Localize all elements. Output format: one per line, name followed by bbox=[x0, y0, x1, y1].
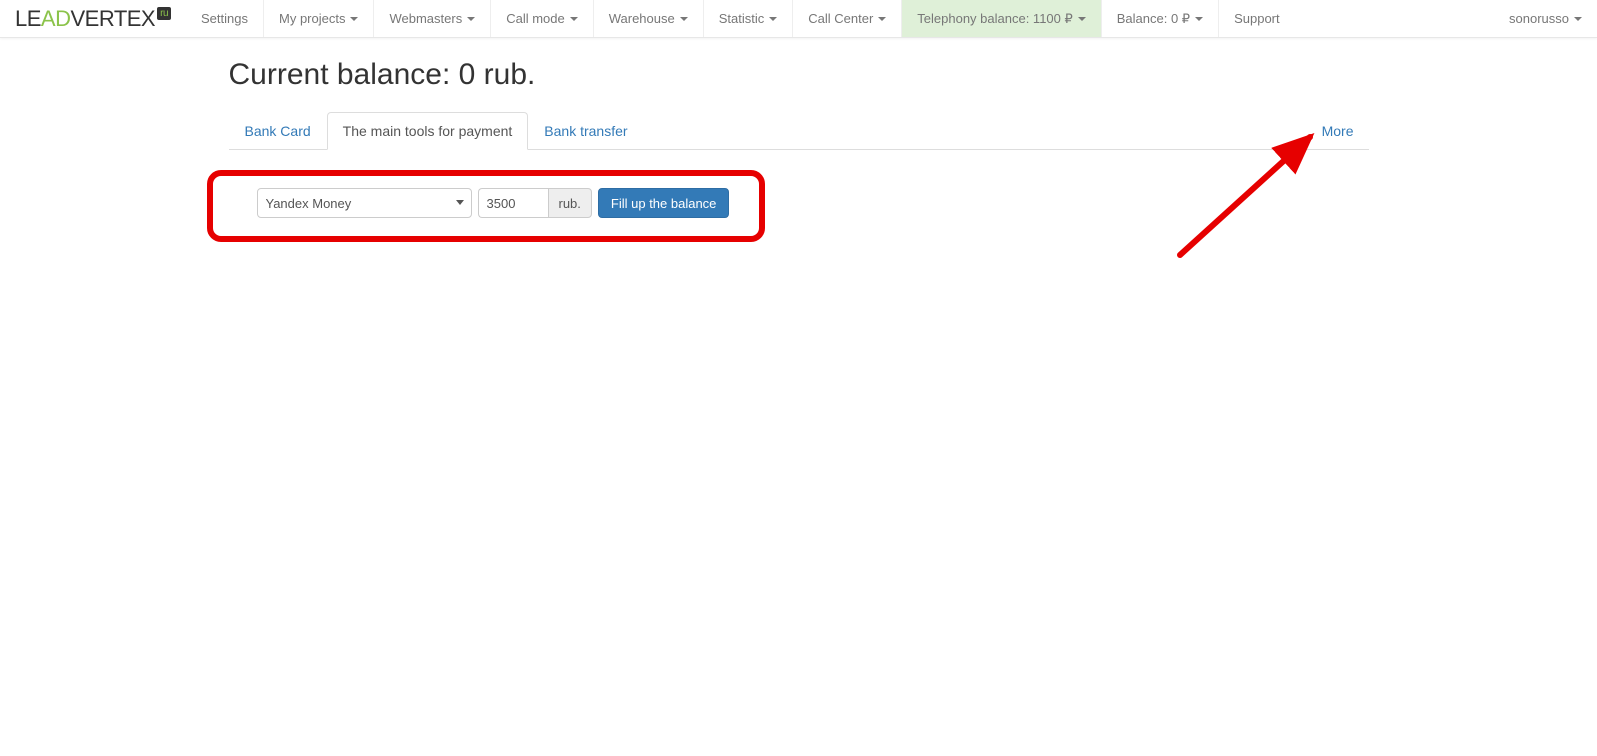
caret-icon bbox=[1574, 17, 1582, 21]
nav-user-label: sonorusso bbox=[1509, 11, 1569, 26]
tab-bank-transfer[interactable]: Bank transfer bbox=[528, 112, 643, 150]
page-title: Current balance: 0 rub. bbox=[229, 58, 1369, 92]
logo-vertex: VERTEX bbox=[70, 6, 155, 32]
currency-addon: rub. bbox=[548, 188, 592, 218]
payment-method-wrap: Yandex Money bbox=[257, 188, 472, 218]
nav-right: sonorusso bbox=[1494, 0, 1597, 37]
logo[interactable]: LEADVERTEXru bbox=[0, 0, 186, 37]
nav-webmasters-label: Webmasters bbox=[389, 11, 462, 26]
tabs: Bank Card The main tools for payment Ban… bbox=[229, 112, 644, 149]
nav-my-projects-label: My projects bbox=[279, 11, 345, 26]
caret-icon bbox=[1195, 17, 1203, 21]
caret-icon bbox=[570, 17, 578, 21]
fill-balance-button[interactable]: Fill up the balance bbox=[598, 188, 730, 218]
tab-bank-card[interactable]: Bank Card bbox=[229, 112, 327, 150]
caret-icon bbox=[467, 17, 475, 21]
amount-input[interactable] bbox=[478, 188, 548, 218]
payment-form: Yandex Money rub. Fill up the balance bbox=[229, 170, 758, 236]
caret-icon bbox=[878, 17, 886, 21]
tabs-row: Bank Card The main tools for payment Ban… bbox=[229, 112, 1369, 150]
nav-balance-label: Balance: 0 ₽ bbox=[1117, 11, 1190, 27]
nav-my-projects[interactable]: My projects bbox=[263, 0, 373, 37]
nav-user[interactable]: sonorusso bbox=[1494, 0, 1597, 37]
nav-telephony-balance[interactable]: Telephony balance: 1100 ₽ bbox=[901, 0, 1100, 37]
nav-telephony-balance-label: Telephony balance: 1100 ₽ bbox=[917, 11, 1072, 27]
nav-settings-label: Settings bbox=[201, 11, 248, 26]
main-content: Current balance: 0 rub. Bank Card The ma… bbox=[214, 38, 1384, 256]
top-navbar: LEADVERTEXru Settings My projects Webmas… bbox=[0, 0, 1597, 38]
tab-more[interactable]: More bbox=[1307, 113, 1369, 149]
amount-input-group: rub. bbox=[478, 188, 592, 218]
nav-balance[interactable]: Balance: 0 ₽ bbox=[1101, 0, 1218, 37]
nav-support[interactable]: Support bbox=[1218, 0, 1295, 37]
caret-icon bbox=[1078, 17, 1086, 21]
nav-call-mode[interactable]: Call mode bbox=[490, 0, 593, 37]
nav-left: Settings My projects Webmasters Call mod… bbox=[186, 0, 1295, 37]
payment-form-zone: Yandex Money rub. Fill up the balance bbox=[229, 170, 758, 236]
nav-warehouse[interactable]: Warehouse bbox=[593, 0, 703, 37]
tab-main-tools[interactable]: The main tools for payment bbox=[327, 112, 529, 150]
nav-call-center[interactable]: Call Center bbox=[792, 0, 901, 37]
nav-call-mode-label: Call mode bbox=[506, 11, 565, 26]
nav-statistic-label: Statistic bbox=[719, 11, 765, 26]
logo-badge: ru bbox=[157, 7, 171, 20]
nav-settings[interactable]: Settings bbox=[186, 0, 263, 37]
nav-call-center-label: Call Center bbox=[808, 11, 873, 26]
nav-warehouse-label: Warehouse bbox=[609, 11, 675, 26]
logo-le: LE bbox=[15, 6, 41, 32]
nav-webmasters[interactable]: Webmasters bbox=[373, 0, 490, 37]
caret-icon bbox=[680, 17, 688, 21]
caret-icon bbox=[350, 17, 358, 21]
payment-method-select[interactable]: Yandex Money bbox=[257, 188, 472, 218]
caret-icon bbox=[769, 17, 777, 21]
nav-support-label: Support bbox=[1234, 11, 1280, 26]
logo-ad: AD bbox=[41, 6, 71, 32]
nav-statistic[interactable]: Statistic bbox=[703, 0, 793, 37]
